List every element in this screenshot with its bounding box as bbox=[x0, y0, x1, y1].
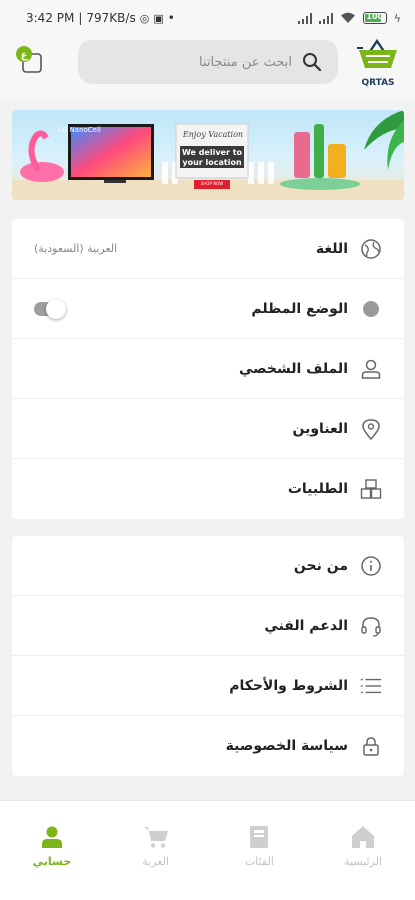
settings-item-addresses[interactable]: العناوين bbox=[12, 399, 404, 459]
svg-text:ع: ع bbox=[21, 50, 29, 61]
list-icon bbox=[360, 675, 382, 697]
search-icon bbox=[303, 53, 322, 72]
search-bar[interactable] bbox=[78, 40, 338, 84]
bottom-navigation: حسابي العربة الفئات الرئيسية bbox=[0, 800, 415, 900]
status-bar: 3:42 PM | 797KB/s ◎ ▣ • 100 ϟ bbox=[0, 0, 415, 36]
info-item-support[interactable]: الدعم الفني bbox=[12, 596, 404, 656]
banner-cta[interactable]: SHOP NOW bbox=[194, 181, 230, 187]
account-screen: 3:42 PM | 797KB/s ◎ ▣ • 100 ϟ ع ابحث عن … bbox=[0, 0, 415, 900]
headset-icon bbox=[360, 615, 382, 637]
status-time: 3:42 PM bbox=[26, 11, 75, 25]
info-card: من نحن الدعم الفني الشروط والأحكام سياسة… bbox=[12, 536, 404, 776]
globe-icon bbox=[360, 238, 382, 260]
language-switch-button[interactable]: ع bbox=[14, 44, 46, 76]
moon-icon bbox=[360, 298, 382, 320]
settings-item-label: الطلبيات bbox=[287, 481, 348, 497]
language-switch-icon: ع bbox=[16, 46, 42, 73]
settings-item-language[interactable]: اللغة العربية (السعودية) bbox=[12, 219, 404, 279]
signal-icon bbox=[297, 12, 312, 24]
nav-item-home[interactable]: الرئيسية bbox=[311, 801, 415, 900]
settings-item-label: الملف الشخصي bbox=[238, 360, 348, 377]
user-icon bbox=[360, 358, 382, 380]
search-input[interactable] bbox=[92, 54, 292, 70]
nav-item-cart[interactable]: العربة bbox=[104, 801, 208, 900]
logo-basket-icon bbox=[357, 38, 397, 68]
settings-item-label: العناوين bbox=[292, 420, 349, 437]
toggle-knob bbox=[46, 298, 66, 319]
banner-tv-brand: LG NanoCell bbox=[58, 126, 101, 134]
settings-item-label: الوضع المظلم bbox=[251, 300, 348, 317]
info-item-privacy[interactable]: سياسة الخصوصية bbox=[12, 716, 404, 776]
book-icon bbox=[250, 826, 269, 848]
info-item-about[interactable]: من نحن bbox=[12, 536, 404, 596]
dark-mode-toggle[interactable] bbox=[34, 298, 66, 319]
lock-icon bbox=[360, 735, 382, 757]
qrtas-logo[interactable]: QRTAS bbox=[355, 38, 401, 88]
battery-icon: 100 bbox=[362, 12, 387, 24]
flamingo-float bbox=[20, 162, 64, 182]
nav-label: العربة bbox=[142, 855, 169, 868]
more-notifications-icon: • bbox=[167, 11, 175, 25]
language-value: العربية (السعودية) bbox=[34, 242, 118, 255]
signal-icon-2 bbox=[318, 12, 333, 24]
wifi-icon bbox=[340, 12, 355, 23]
nav-item-account[interactable]: حسابي bbox=[0, 801, 104, 900]
banner-tagline: Enjoy Vacation bbox=[182, 130, 244, 139]
info-item-terms[interactable]: الشروط والأحكام bbox=[12, 656, 404, 716]
settings-card: اللغة العربية (السعودية) الوضع المظلم ال… bbox=[12, 219, 404, 519]
promo-banner[interactable]: LG NanoCell Enjoy Vacation We deliver to… bbox=[12, 110, 404, 200]
logo-text: QRTAS bbox=[361, 78, 395, 88]
boxes-icon bbox=[360, 478, 382, 500]
home-icon bbox=[352, 826, 375, 848]
notification-icon: ▣ bbox=[153, 11, 164, 25]
cart-icon bbox=[143, 827, 168, 848]
settings-item-orders[interactable]: الطلبيات bbox=[12, 459, 404, 519]
whatsapp-icon: ◎ bbox=[139, 11, 150, 25]
info-item-label: سياسة الخصوصية bbox=[225, 738, 348, 754]
app-header: ع QRTAS bbox=[0, 36, 415, 100]
settings-item-profile[interactable]: الملف الشخصي bbox=[12, 339, 404, 399]
nav-label: الفئات bbox=[244, 855, 274, 868]
info-item-label: من نحن bbox=[293, 557, 348, 574]
settings-item-dark-mode[interactable]: الوضع المظلم bbox=[12, 279, 404, 339]
charging-icon: ϟ bbox=[393, 11, 401, 25]
nav-label: الرئيسية bbox=[344, 855, 383, 868]
nav-item-categories[interactable]: الفئات bbox=[208, 801, 312, 900]
banner-headline-2: your location bbox=[182, 158, 242, 167]
info-item-label: الدعم الفني bbox=[264, 617, 348, 634]
settings-item-label: اللغة bbox=[315, 240, 348, 257]
nav-label: حسابي bbox=[32, 855, 72, 868]
info-icon bbox=[360, 555, 382, 577]
location-pin-icon bbox=[360, 418, 382, 440]
drink-bottle bbox=[314, 124, 324, 178]
network-speed: 797KB/s bbox=[86, 11, 136, 25]
info-item-label: الشروط والأحكام bbox=[229, 677, 348, 694]
banner-headline-1: We deliver to bbox=[181, 148, 243, 157]
battery-level: 100 bbox=[366, 12, 384, 21]
person-icon bbox=[41, 826, 62, 848]
